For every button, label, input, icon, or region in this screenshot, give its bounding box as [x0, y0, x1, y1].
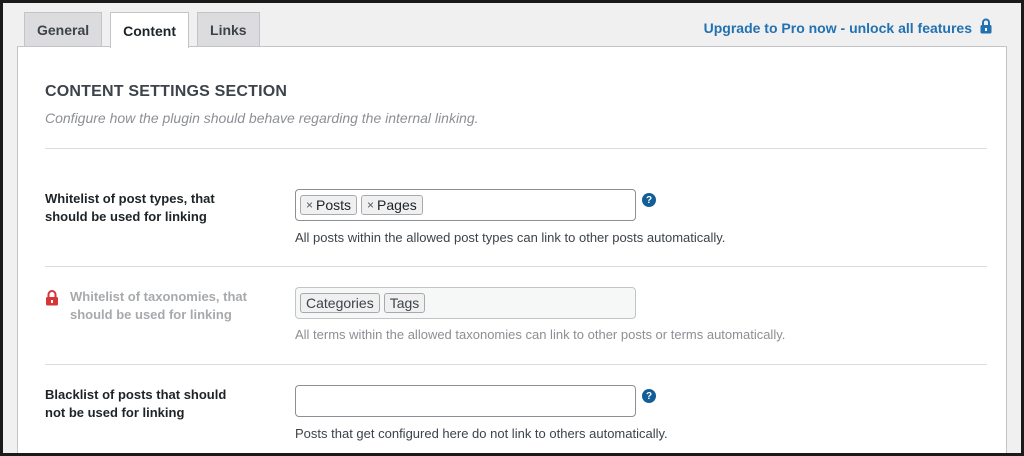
- tab-general[interactable]: General: [24, 12, 103, 47]
- row-divider: [45, 266, 987, 267]
- section-divider: [45, 148, 987, 149]
- chip-categories: Categories: [300, 293, 380, 313]
- taxonomies-label: Whitelist of taxonomies, that should be …: [45, 288, 265, 324]
- section-title: CONTENT SETTINGS SECTION: [45, 83, 288, 100]
- remove-icon[interactable]: ×: [367, 198, 374, 212]
- blacklist-input[interactable]: [295, 385, 636, 417]
- tab-links[interactable]: Links: [197, 12, 260, 47]
- blacklist-label: Blacklist of posts that should not be us…: [45, 387, 227, 420]
- blacklist-hint: Posts that get configured here do not li…: [295, 426, 668, 441]
- help-icon[interactable]: ?: [642, 389, 656, 403]
- chip-pages: × Pages: [361, 195, 423, 215]
- row-divider: [45, 364, 987, 365]
- content-settings-panel: CONTENT SETTINGS SECTION Configure how t…: [17, 46, 1007, 456]
- chip-tags: Tags: [383, 293, 426, 313]
- lock-icon: [46, 290, 58, 306]
- tab-content[interactable]: Content: [110, 12, 190, 48]
- upgrade-link[interactable]: Upgrade to Pro now - unlock all features: [704, 18, 992, 37]
- chip-posts: × Posts: [300, 195, 358, 215]
- post-types-select[interactable]: × Posts × Pages: [295, 189, 636, 221]
- tab-bar: General Content Links: [24, 12, 260, 48]
- post-types-label: Whitelist of post types, that should be …: [45, 191, 215, 224]
- upgrade-label: Upgrade to Pro now - unlock all features: [703, 19, 972, 36]
- post-types-hint: All posts within the allowed post types …: [295, 230, 726, 245]
- lock-icon: [980, 18, 992, 37]
- taxonomies-hint: All terms within the allowed taxonomies …: [295, 327, 786, 342]
- remove-icon[interactable]: ×: [306, 198, 313, 212]
- help-icon[interactable]: ?: [642, 193, 656, 207]
- section-description: Configure how the plugin should behave r…: [45, 110, 479, 126]
- taxonomies-select: Categories Tags: [295, 287, 636, 319]
